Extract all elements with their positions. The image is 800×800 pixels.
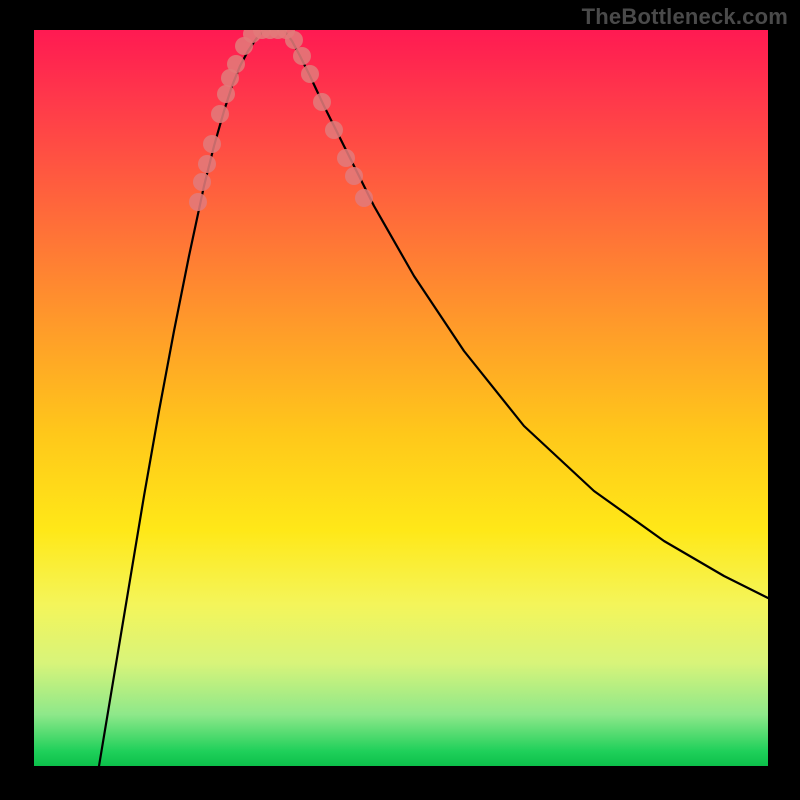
data-point — [345, 167, 363, 185]
curve-layer — [99, 30, 768, 766]
dot-layer — [189, 30, 373, 211]
data-point — [293, 47, 311, 65]
chart-svg — [34, 30, 768, 766]
data-point — [313, 93, 331, 111]
data-point — [285, 31, 303, 49]
data-point — [211, 105, 229, 123]
data-point — [301, 65, 319, 83]
watermark-text: TheBottleneck.com — [582, 4, 788, 30]
chart-frame: TheBottleneck.com — [0, 0, 800, 800]
data-point — [227, 55, 245, 73]
data-point — [193, 173, 211, 191]
data-point — [217, 85, 235, 103]
data-point — [355, 189, 373, 207]
data-point — [203, 135, 221, 153]
data-point — [189, 193, 207, 211]
plot-area — [34, 30, 768, 766]
data-point — [198, 155, 216, 173]
series-right-curve — [284, 30, 768, 598]
data-point — [337, 149, 355, 167]
series-left-curve — [99, 30, 264, 766]
data-point — [325, 121, 343, 139]
